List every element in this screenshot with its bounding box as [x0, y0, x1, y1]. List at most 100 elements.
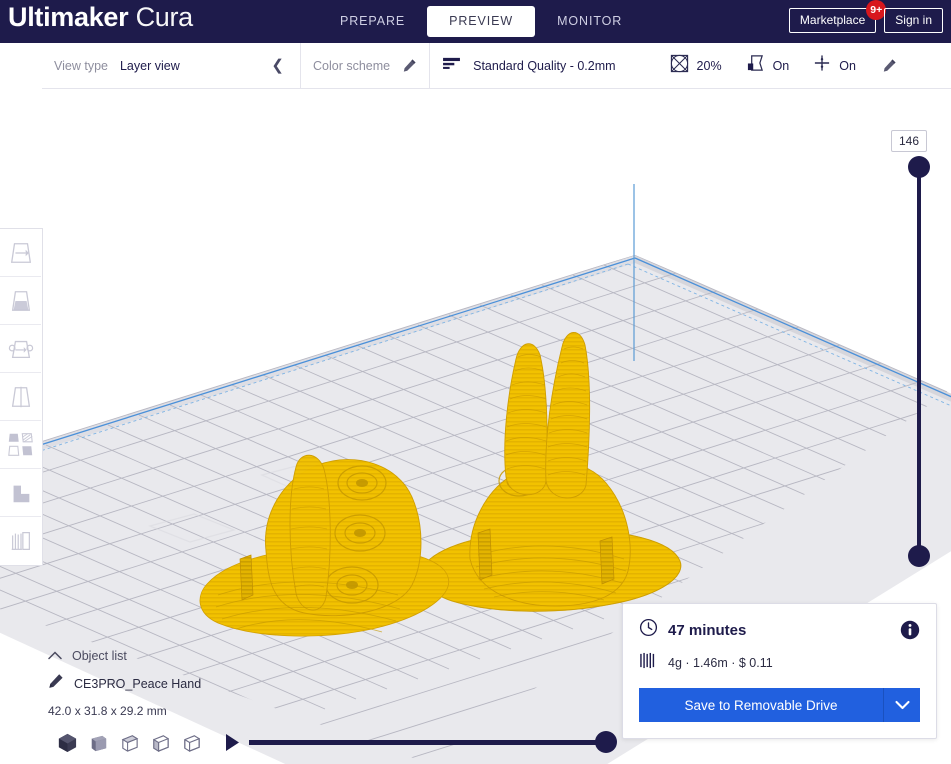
adhesion-value: On: [839, 58, 856, 73]
filament-icon: [639, 652, 658, 674]
print-setup-section[interactable]: Standard Quality - 0.2mm: [430, 43, 627, 89]
object-name: CE3PRO_Peace Hand: [74, 676, 202, 691]
view-top-button[interactable]: [114, 727, 145, 757]
print-info-panel: 47 minutes 4g · 1.46m · $ 0.11 Save to R…: [622, 603, 937, 739]
marketplace-button[interactable]: Marketplace 9+: [788, 0, 887, 33]
supports-icon: [11, 532, 30, 550]
app-header: Ultimaker Cura PREPARE PREVIEW MONITOR M…: [0, 0, 951, 43]
object-dimensions: 42.0 x 31.8 x 29.2 mm: [48, 704, 167, 718]
color-scheme-section[interactable]: Color scheme: [301, 43, 429, 89]
clock-glyph: [639, 618, 658, 637]
per-model-settings-tool[interactable]: [0, 421, 41, 469]
settings-edit-section[interactable]: [868, 43, 909, 89]
object-pencil-icon[interactable]: [48, 673, 64, 694]
front-cube-icon: [91, 735, 107, 751]
view-right-button[interactable]: [176, 727, 207, 757]
mirror-icon: [11, 386, 30, 407]
rotate-tool[interactable]: [0, 325, 41, 373]
adhesion-glyph: [815, 55, 830, 71]
filament-glyph: [640, 652, 655, 669]
pencil-glyph-2: [883, 59, 896, 72]
object-list-item[interactable]: CE3PRO_Peace Hand: [48, 673, 201, 694]
bottom-controls: [52, 726, 621, 758]
marketplace-label: Marketplace: [799, 13, 866, 27]
chevron-up-glyph: [48, 651, 62, 660]
infill-section[interactable]: 20%: [658, 43, 734, 89]
view-type-label: View type: [54, 58, 108, 73]
tab-preview[interactable]: PREVIEW: [427, 6, 536, 37]
print-time-group: 47 minutes: [639, 618, 746, 642]
sign-in-label: Sign in: [895, 13, 932, 27]
layer-quality-icon: [442, 56, 461, 76]
object-list-panel: Object list CE3PRO_Peace Hand 42.0 x 31.…: [48, 649, 201, 718]
brand-bold: Ultimaker: [8, 2, 129, 32]
infill-glyph: [670, 54, 688, 72]
print-time-value: 47 minutes: [668, 621, 747, 639]
support-value: On: [772, 58, 790, 73]
view-toolbar: View type Layer view ❮ Color scheme Stan…: [42, 42, 951, 89]
app-logo: Ultimaker Cura: [8, 2, 193, 33]
header-actions: Marketplace 9+ Sign in: [788, 0, 943, 33]
tab-monitor[interactable]: MONITOR: [535, 6, 644, 37]
playback-slider-track[interactable]: [249, 740, 611, 745]
main-tabs: PREPARE PREVIEW MONITOR: [318, 6, 644, 37]
tab-prepare[interactable]: PREPARE: [318, 6, 427, 37]
object-list-header[interactable]: Object list: [48, 649, 201, 663]
left-cube-icon: [153, 734, 169, 752]
view-left-button[interactable]: [145, 727, 176, 757]
left-toolbar: [0, 228, 43, 566]
sign-in-button[interactable]: Sign in: [884, 8, 943, 33]
layer-slider-handle-top[interactable]: [908, 156, 930, 178]
support-icon: [746, 54, 765, 77]
marketplace-badge: 9+: [866, 0, 887, 20]
per-model-settings-icon: [8, 433, 33, 456]
support-blocker-icon: [13, 485, 29, 502]
view-front-button[interactable]: [83, 727, 114, 757]
print-time-row: 47 minutes: [639, 618, 920, 642]
info-glyph: [900, 620, 920, 640]
layer-slider-track[interactable]: [917, 166, 921, 556]
object-list-label: Object list: [72, 649, 127, 663]
info-icon[interactable]: [900, 620, 920, 640]
playback-slider-handle[interactable]: [595, 731, 617, 753]
view-3d-button[interactable]: [52, 727, 83, 757]
isometric-cube-icon: [58, 733, 77, 752]
clock-icon: [639, 618, 658, 642]
layer-playback-slider[interactable]: [249, 729, 621, 755]
view-type-value: Layer view: [119, 58, 180, 73]
cura-application-window: Ultimaker Cura PREPARE PREVIEW MONITOR M…: [0, 0, 951, 764]
pencil-icon[interactable]: [402, 58, 417, 73]
object-pencil-glyph: [49, 674, 63, 688]
save-dropdown-button[interactable]: [884, 688, 920, 722]
move-icon: [10, 242, 31, 263]
settings-pencil-icon[interactable]: [882, 58, 897, 73]
supports-tool[interactable]: [0, 517, 41, 565]
pencil-glyph: [403, 59, 416, 72]
layer-slider-handle-bottom[interactable]: [908, 545, 930, 567]
play-button[interactable]: [219, 729, 245, 755]
save-button-group: Save to Removable Drive: [639, 688, 920, 722]
support-blocker-tool[interactable]: [0, 469, 41, 517]
move-tool[interactable]: [0, 229, 41, 277]
layer-quality-glyph: [443, 57, 461, 69]
layer-slider-value: 146: [891, 130, 927, 152]
layer-slider[interactable]: 146: [891, 130, 939, 570]
rotate-icon: [8, 340, 33, 358]
right-cube-icon: [184, 734, 200, 752]
scale-tool[interactable]: [0, 277, 41, 325]
view-type-section[interactable]: View type Layer view ❮: [42, 43, 300, 89]
support-section[interactable]: On: [734, 43, 802, 89]
scale-icon: [11, 290, 30, 311]
adhesion-section[interactable]: On: [801, 43, 868, 89]
adhesion-icon: [813, 54, 831, 77]
support-glyph: [747, 55, 763, 71]
material-value: 4g · 1.46m · $ 0.11: [668, 656, 773, 670]
chevron-down-icon: [894, 700, 910, 710]
color-scheme-label: Color scheme: [313, 58, 391, 73]
infill-value: 20%: [696, 58, 722, 73]
chevron-left-icon[interactable]: ❮: [267, 58, 288, 73]
save-to-removable-drive-button[interactable]: Save to Removable Drive: [639, 688, 884, 722]
mirror-tool[interactable]: [0, 373, 41, 421]
top-cube-icon: [121, 734, 139, 752]
chevron-up-icon[interactable]: [48, 650, 62, 662]
